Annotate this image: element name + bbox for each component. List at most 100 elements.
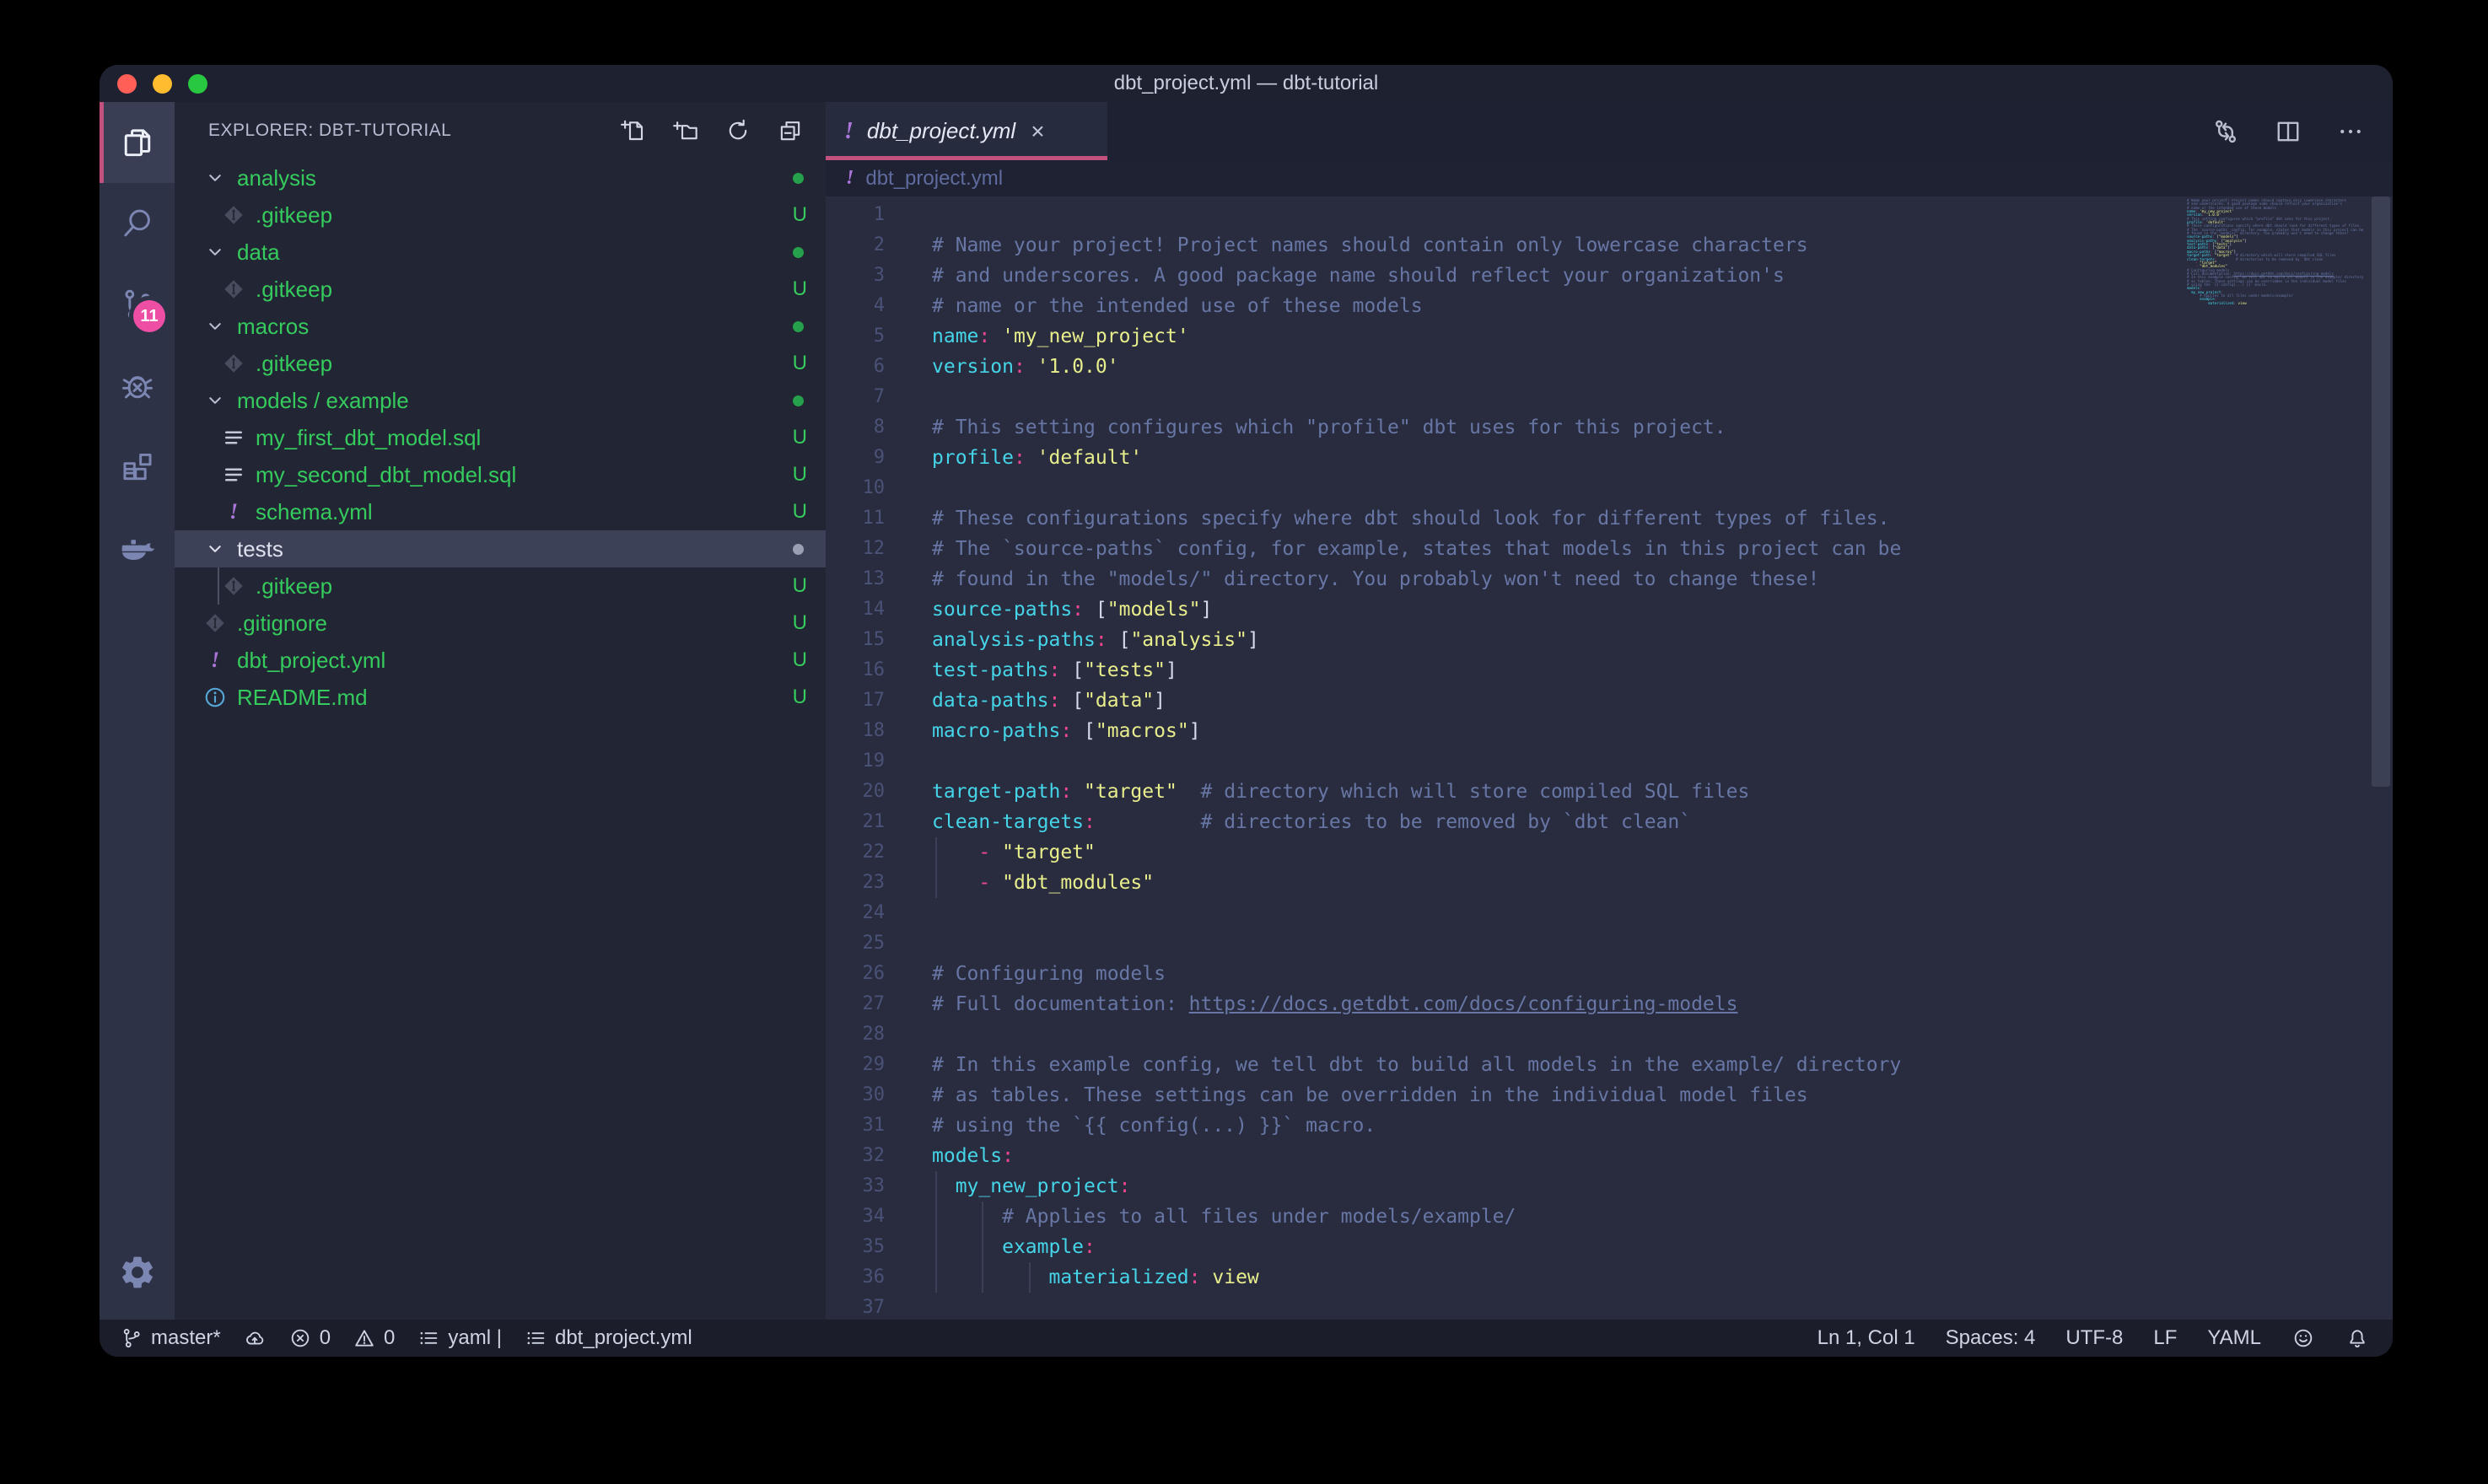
tree-item-my-first-dbt-model-sql[interactable]: my_first_dbt_model.sqlU (175, 419, 826, 456)
status-indentation[interactable]: Spaces: 4 (1946, 1326, 2036, 1350)
info-icon (202, 685, 228, 710)
vertical-scrollbar[interactable] (2372, 196, 2390, 787)
open-changes-button[interactable] (2211, 116, 2241, 147)
chevron-down-icon[interactable] (200, 163, 230, 193)
files-icon (119, 124, 156, 161)
tree-item-label: .gitkeep (256, 573, 332, 600)
code-line-31: 31 # using the `{{ config(...) }}` macro… (826, 1110, 2393, 1141)
collapse-folders-button[interactable] (777, 117, 804, 144)
status-language-mode[interactable]: YAML (2207, 1326, 2261, 1350)
tree-item-data[interactable]: data (175, 234, 826, 271)
code-line-13: 13 # found in the "models/" directory. Y… (826, 564, 2393, 594)
tree-item--gitkeep[interactable]: .gitkeepU (175, 271, 826, 308)
activity-item-source-control[interactable]: 11 (100, 264, 175, 345)
line-number: 34 (826, 1202, 885, 1232)
docker-icon (119, 529, 156, 566)
new-folder-button[interactable] (672, 117, 699, 144)
tree-item--gitkeep[interactable]: .gitkeepU (175, 196, 826, 234)
status-feedback[interactable] (2291, 1326, 2315, 1350)
maximize-window-button[interactable] (188, 74, 207, 94)
chevron-down-icon[interactable] (200, 385, 230, 416)
status-bar: master* 0 0 yaml | dbt_project.yml Ln 1,… (100, 1320, 2393, 1357)
close-window-button[interactable] (117, 74, 137, 94)
doc-link[interactable]: https://docs.getdbt.com/docs/configuring… (1189, 993, 1738, 1015)
info-icon (200, 682, 230, 712)
code-line-9: 9 profile: 'default' (826, 443, 2393, 473)
git-untracked-badge: U (793, 648, 807, 672)
line-number: 5 (826, 321, 885, 352)
split-editor-button[interactable] (2273, 116, 2303, 147)
line-number: 23 (826, 868, 885, 898)
refresh-icon (724, 117, 751, 144)
tree-item-dbt-project-yml[interactable]: !dbt_project.ymlU (175, 642, 826, 679)
folder-changes-dot (793, 321, 804, 332)
minimize-window-button[interactable] (153, 74, 172, 94)
line-number: 19 (826, 746, 885, 777)
line-number: 27 (826, 989, 885, 1019)
gear-icon (118, 1253, 157, 1292)
code-line-17: 17 data-paths: ["data"] (826, 686, 2393, 716)
line-number: 20 (826, 777, 885, 807)
tree-item--gitkeep[interactable]: .gitkeepU (175, 567, 826, 605)
folder-changes-dot (793, 247, 804, 258)
status-sync-status[interactable] (243, 1326, 267, 1350)
new-file-button[interactable] (620, 117, 647, 144)
status-encoding[interactable]: UTF-8 (2065, 1326, 2123, 1350)
status-branch-status[interactable]: master* (120, 1326, 221, 1350)
activity-item-debug[interactable] (100, 345, 175, 426)
status-cursor-position[interactable]: Ln 1, Col 1 (1818, 1326, 1915, 1350)
activity-bar: 11 (100, 102, 175, 1320)
code-editor[interactable]: 1 2 # Name your project! Project names s… (826, 196, 2393, 1320)
status-warnings-count[interactable]: 0 (353, 1326, 395, 1350)
breadcrumb[interactable]: ! dbt_project.yml (826, 160, 2393, 196)
git-untracked-badge: U (793, 277, 807, 301)
line-number: 12 (826, 534, 885, 564)
title-bar[interactable]: dbt_project.yml — dbt-tutorial (100, 65, 2393, 102)
window-title: dbt_project.yml — dbt-tutorial (1114, 72, 1378, 95)
activity-item-docker[interactable] (100, 507, 175, 588)
tree-item-tests[interactable]: tests (175, 530, 826, 567)
activity-item-search[interactable] (100, 183, 175, 264)
code-line-16: 16 test-paths: ["tests"] (826, 655, 2393, 686)
line-number: 16 (826, 655, 885, 686)
code-line-11: 11 # These configurations specify where … (826, 503, 2393, 534)
activity-item-settings[interactable] (100, 1232, 175, 1313)
tab-dbt-project-yml[interactable]: ! dbt_project.yml × (826, 102, 1107, 160)
chevron-down-icon[interactable] (200, 534, 230, 564)
line-number: 10 (826, 473, 885, 503)
tree-item-models-example[interactable]: models / example (175, 382, 826, 419)
status-file-schema[interactable]: dbt_project.yml (524, 1326, 692, 1350)
tree-item-README-md[interactable]: README.mdU (175, 679, 826, 716)
tree-item-my-second-dbt-model-sql[interactable]: my_second_dbt_model.sqlU (175, 456, 826, 493)
tree-item-label: data (237, 239, 280, 266)
tab-close-icon[interactable]: × (1031, 120, 1044, 143)
refresh-button[interactable] (724, 117, 751, 144)
status-notifications[interactable] (2345, 1326, 2369, 1350)
tree-item-macros[interactable]: macros (175, 308, 826, 345)
activity-item-extensions[interactable] (100, 426, 175, 507)
line-number: 31 (826, 1110, 885, 1141)
code-line-34: 34 # Applies to all files under models/e… (826, 1202, 2393, 1232)
status-errors-count[interactable]: 0 (288, 1326, 331, 1350)
tree-item-analysis[interactable]: analysis (175, 159, 826, 196)
line-number: 33 (826, 1171, 885, 1202)
code-line-5: 5 name: 'my_new_project' (826, 321, 2393, 352)
line-number: 3 (826, 261, 885, 291)
chevron-down-icon[interactable] (200, 237, 230, 267)
tree-item-label: models / example (237, 388, 409, 414)
more-actions-button[interactable] (2335, 116, 2366, 147)
status-yaml-schema[interactable]: yaml | (417, 1326, 502, 1350)
minimap[interactable]: # Name your project! Project names shoul… (2187, 199, 2366, 305)
code-line-30: 30 # as tables. These settings can be ov… (826, 1080, 2393, 1110)
status-eol[interactable]: LF (2153, 1326, 2177, 1350)
code-line-35: 35 example: (826, 1232, 2393, 1262)
breadcrumb-file[interactable]: dbt_project.yml (865, 167, 1003, 191)
git-file-icon (218, 274, 249, 304)
tree-item--gitignore[interactable]: .gitignoreU (175, 605, 826, 642)
git-untracked-badge: U (793, 686, 807, 709)
tree-item--gitkeep[interactable]: .gitkeepU (175, 345, 826, 382)
chevron-down-icon[interactable] (200, 311, 230, 341)
code-line-22: 22 - "target" (826, 837, 2393, 868)
activity-item-explorer[interactable] (100, 102, 175, 183)
tree-item-schema-yml[interactable]: !schema.ymlU (175, 493, 826, 530)
